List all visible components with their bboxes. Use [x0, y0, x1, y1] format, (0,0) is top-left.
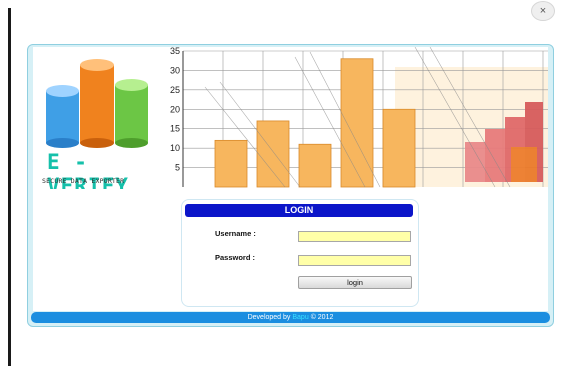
- y-tick-label: 5: [175, 163, 180, 173]
- developer-link[interactable]: Bapu: [292, 314, 308, 321]
- app-frame: E - VERIFY SECURE DATA EXPORTER 35 30 25 20…: [27, 44, 554, 327]
- footer-bar: Developed by Bapu © 2012: [31, 312, 550, 323]
- banner-chart-graphic: 35 30 25 20 15 10 5: [170, 47, 548, 188]
- window-left-border: [8, 8, 11, 366]
- footer-prefix: Developed by: [247, 314, 291, 321]
- password-field[interactable]: [298, 255, 411, 266]
- banner-bar: [214, 139, 248, 188]
- banner-bar: [340, 58, 374, 188]
- y-tick-label: 25: [170, 85, 180, 95]
- y-tick-label: 10: [170, 143, 180, 153]
- three-cylinders-logo-icon: [46, 59, 148, 148]
- username-field[interactable]: [298, 231, 411, 242]
- banner-bar: [256, 120, 290, 188]
- banner-bar: [298, 143, 332, 188]
- y-tick-label: 30: [170, 65, 180, 75]
- banner: E - VERIFY SECURE DATA EXPORTER 35 30 25 20…: [33, 47, 548, 189]
- y-tick-label: 35: [170, 47, 180, 56]
- footer-copyright: © 2012: [310, 314, 334, 321]
- banner-bar: [382, 108, 416, 188]
- login-button[interactable]: login: [298, 276, 412, 289]
- y-tick-label: 20: [170, 104, 180, 114]
- app-tagline: SECURE DATA EXPORTER: [42, 177, 125, 185]
- close-icon[interactable]: ×: [531, 1, 555, 21]
- password-label: Password :: [215, 253, 256, 262]
- login-panel: LOGIN Username : Password : login: [181, 199, 419, 307]
- username-label: Username :: [215, 229, 256, 238]
- login-header: LOGIN: [185, 204, 413, 217]
- y-tick-label: 15: [170, 124, 180, 134]
